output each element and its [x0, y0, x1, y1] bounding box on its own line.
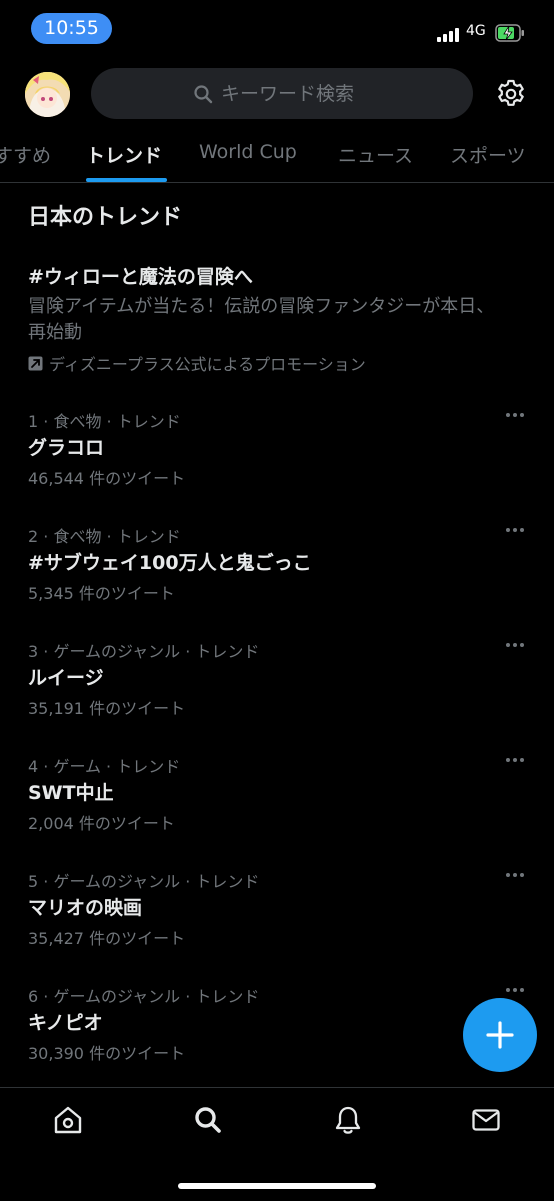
trend-item[interactable]: 1 · 食べ物 · トレンド グラコロ 46,544 件のツイート	[0, 408, 554, 518]
section-title: 日本のトレンド	[28, 205, 183, 230]
promoted-icon	[28, 356, 43, 370]
tab-world-cup[interactable]: World Cup	[199, 141, 297, 163]
mail-icon[interactable]	[470, 1104, 502, 1136]
search-input[interactable]	[221, 82, 371, 105]
tab-recommended[interactable]: すすめ	[0, 141, 51, 168]
status-time: 10:55	[31, 13, 112, 44]
trend-context: 6 · ゲームのジャンル · トレンド	[28, 987, 260, 1006]
trend-tweet-count: 5,345 件のツイート	[28, 584, 175, 603]
home-indicator[interactable]	[178, 1183, 376, 1189]
trend-context: 3 · ゲームのジャンル · トレンド	[28, 642, 260, 661]
trend-tweet-count: 46,544 件のツイート	[28, 469, 186, 488]
promoted-by: ディズニープラス公式によるプロモーション	[28, 351, 366, 375]
signal-icon	[437, 26, 463, 42]
trend-item[interactable]: 3 · ゲームのジャンル · トレンド ルイージ 35,191 件のツイート	[0, 638, 554, 748]
search-icon[interactable]	[192, 1104, 224, 1136]
active-tab-indicator	[86, 178, 167, 182]
trend-name: SWT中止	[28, 782, 114, 804]
compose-tweet-button[interactable]	[463, 998, 537, 1072]
trend-context: 2 · 食べ物 · トレンド	[28, 527, 181, 546]
trend-tweet-count: 2,004 件のツイート	[28, 814, 175, 833]
trend-context: 5 · ゲームのジャンル · トレンド	[28, 872, 260, 891]
battery-charging-icon	[495, 24, 524, 42]
status-bar: 10:55 4G	[0, 0, 554, 60]
network-type: 4G	[466, 23, 486, 39]
trend-name: ルイージ	[28, 667, 104, 689]
more-options-icon[interactable]	[504, 405, 526, 421]
trend-name: マリオの映画	[28, 897, 143, 919]
gear-icon[interactable]	[495, 78, 527, 110]
tab-sports[interactable]: スポーツ	[450, 141, 526, 168]
tab-trends[interactable]: トレンド	[86, 141, 162, 168]
trend-name: #サブウェイ100万人と鬼ごっこ	[28, 552, 312, 574]
trend-context: 1 · 食べ物 · トレンド	[28, 412, 181, 431]
trend-item[interactable]: 2 · 食べ物 · トレンド #サブウェイ100万人と鬼ごっこ 5,345 件の…	[0, 523, 554, 633]
trend-context: 4 · ゲーム · トレンド	[28, 757, 181, 776]
more-options-icon[interactable]	[504, 520, 526, 536]
trend-name: キノピオ	[28, 1012, 103, 1034]
home-icon[interactable]	[52, 1104, 84, 1136]
bell-icon[interactable]	[332, 1104, 364, 1136]
more-options-icon[interactable]	[504, 865, 526, 881]
trend-tweet-count: 35,191 件のツイート	[28, 699, 186, 718]
trend-item[interactable]: 4 · ゲーム · トレンド SWT中止 2,004 件のツイート	[0, 753, 554, 863]
search-icon	[194, 84, 213, 103]
promoted-by-label: ディズニープラス公式によるプロモーション	[49, 355, 366, 374]
tab-news[interactable]: ニュース	[338, 141, 413, 168]
tab-bar: すすめ トレンド World Cup ニュース スポーツ	[0, 124, 554, 183]
avatar-image	[25, 72, 70, 117]
avatar[interactable]	[25, 72, 70, 117]
trend-tweet-count: 35,427 件のツイート	[28, 929, 186, 948]
trend-tweet-count: 30,390 件のツイート	[28, 1044, 186, 1063]
more-options-icon[interactable]	[504, 635, 526, 651]
promoted-trend-description: 冒険アイテムが当たる！伝説の冒険ファンタジーが本日、再始動	[28, 296, 495, 343]
more-options-icon[interactable]	[504, 980, 526, 996]
plus-icon	[486, 1021, 514, 1049]
trend-item[interactable]: 5 · ゲームのジャンル · トレンド マリオの映画 35,427 件のツイート	[0, 868, 554, 978]
more-options-icon[interactable]	[504, 750, 526, 766]
search-bar[interactable]	[91, 68, 473, 119]
trend-name: グラコロ	[28, 437, 105, 459]
promoted-trend-title: #ウィローと魔法の冒険へ	[28, 266, 253, 288]
